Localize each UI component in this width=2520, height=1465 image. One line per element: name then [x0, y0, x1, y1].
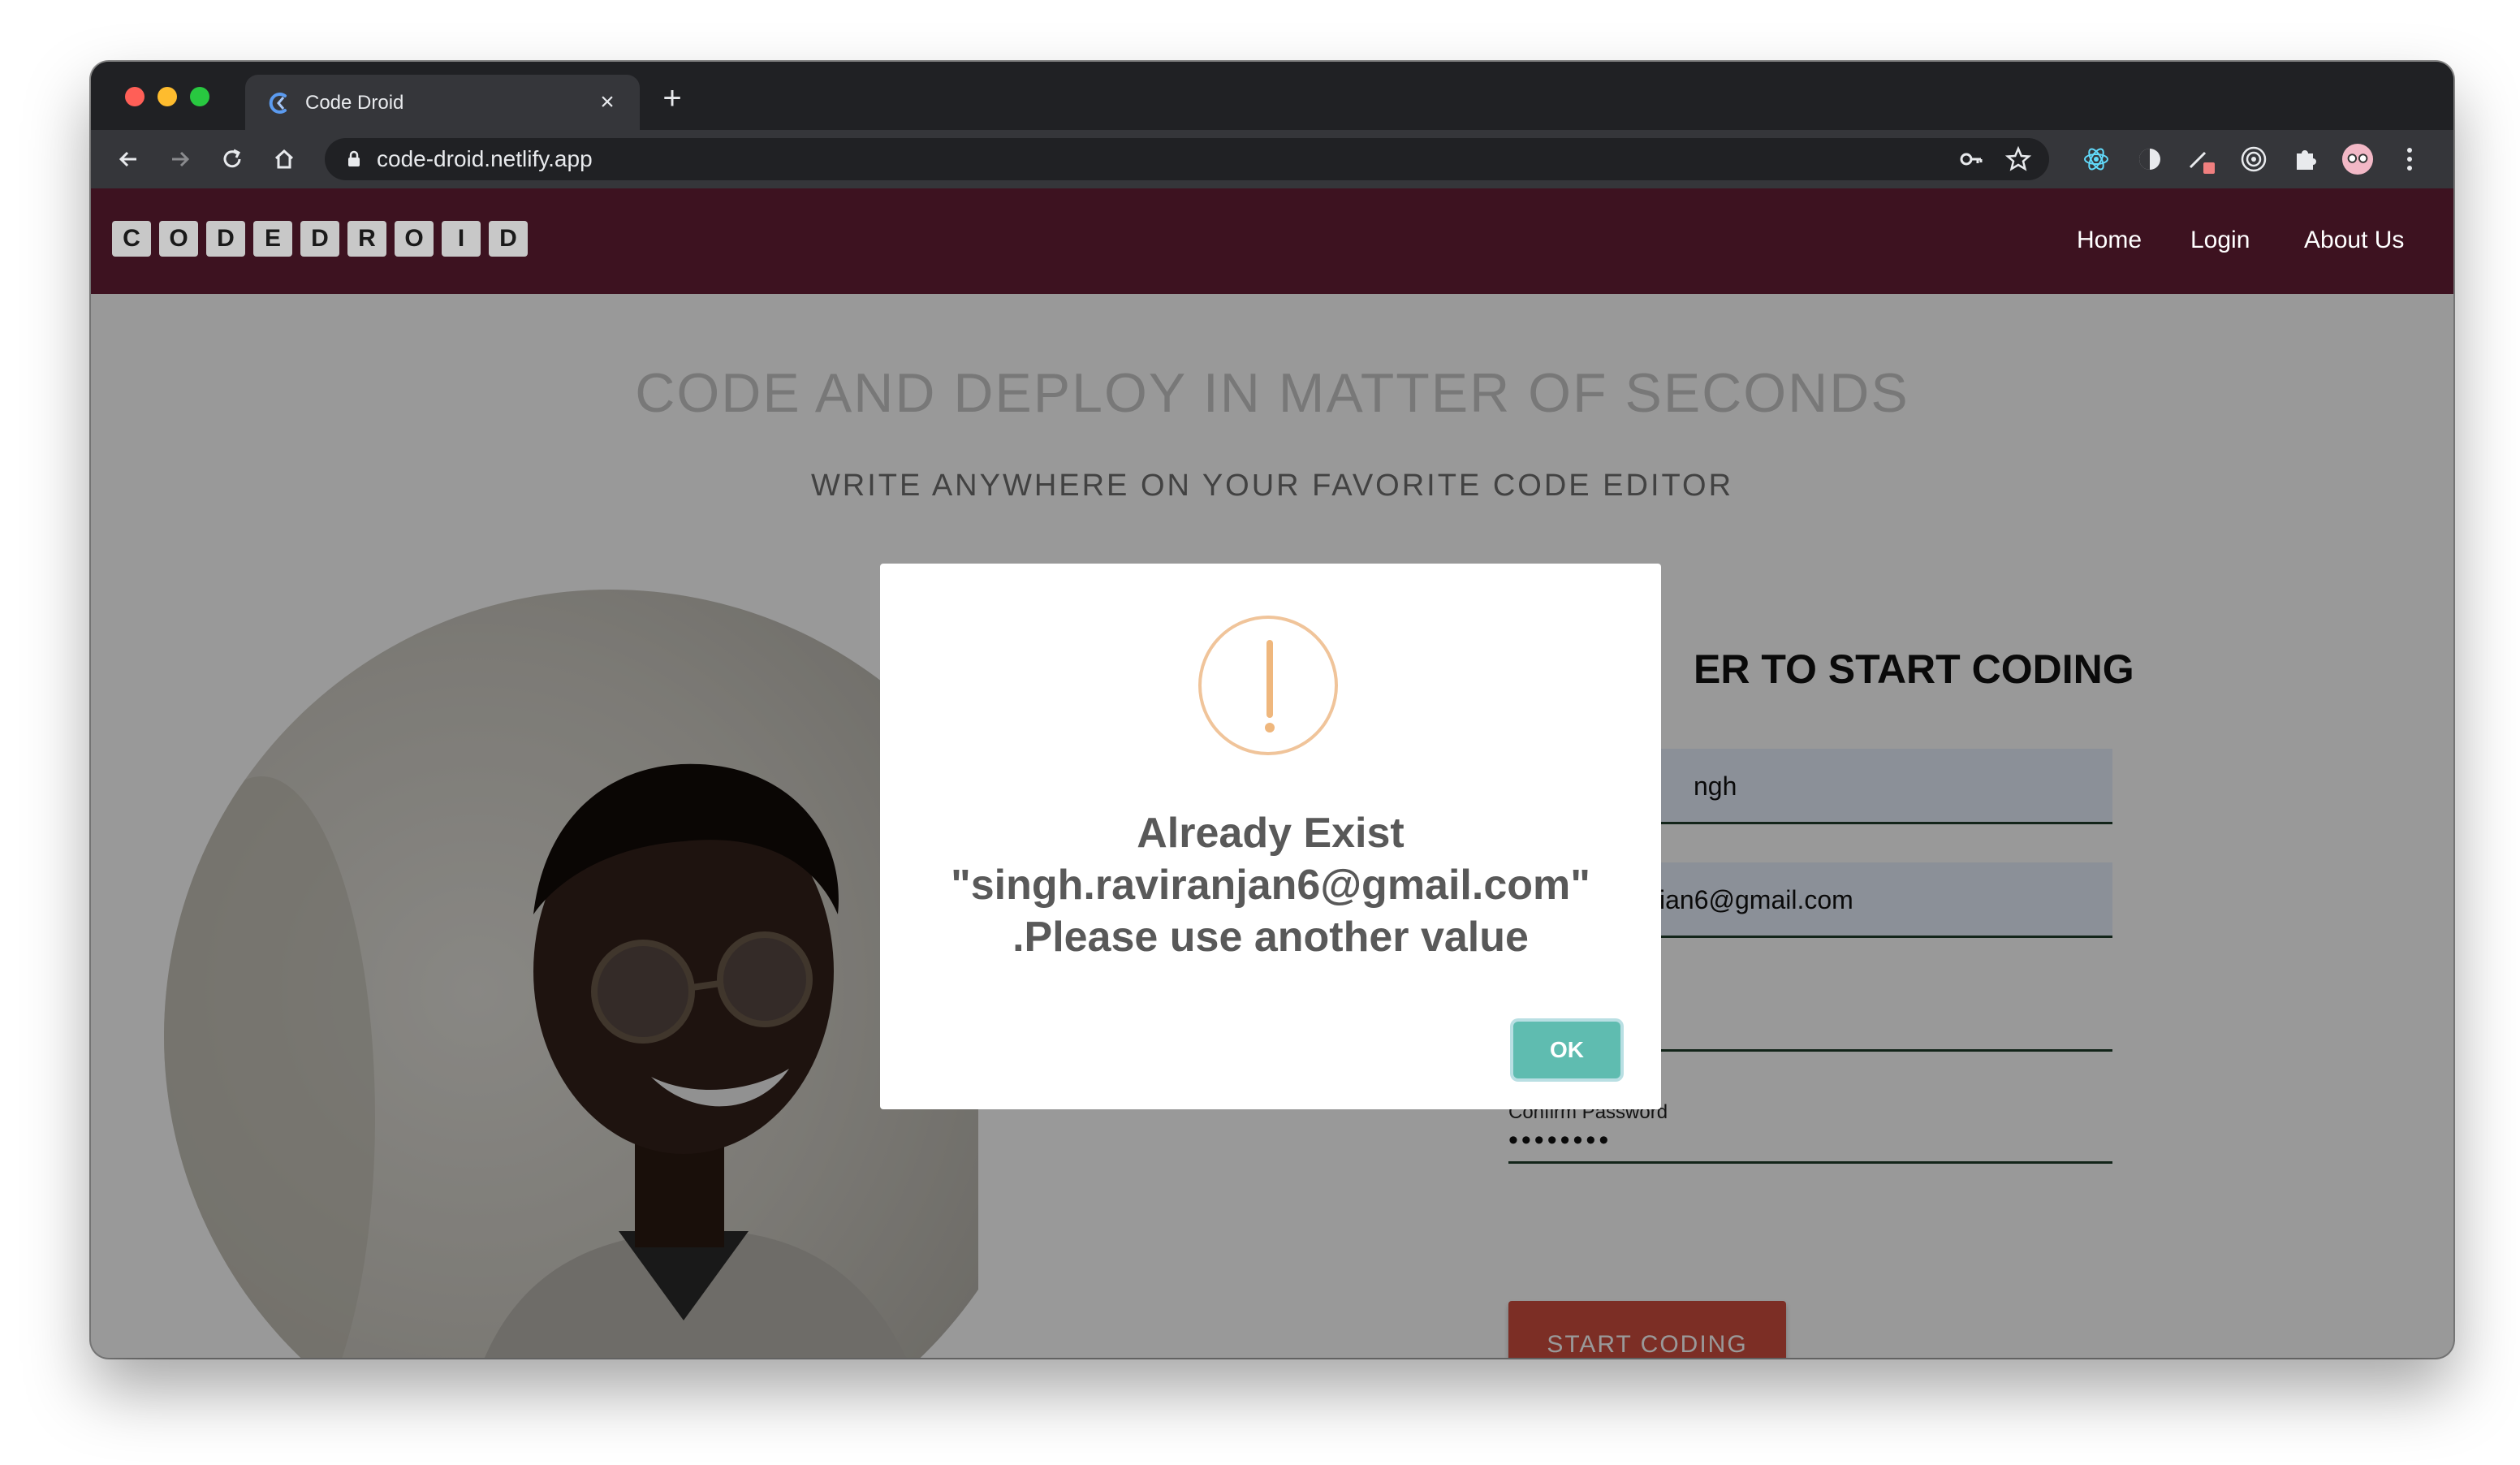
browser-window: Code Droid × + code-droid.netlify.app C …	[91, 62, 2453, 1358]
target-extension-icon[interactable]	[2237, 143, 2270, 175]
tab-title: Code Droid	[305, 92, 404, 114]
site-logo[interactable]: C O D E D R O I D	[112, 221, 528, 257]
back-button[interactable]	[109, 140, 148, 179]
back-arrow-icon	[119, 151, 136, 167]
profile-avatar[interactable]	[2341, 143, 2374, 175]
logo-letter: O	[159, 221, 198, 257]
logo-letter: D	[206, 221, 245, 257]
browser-toolbar: code-droid.netlify.app	[91, 130, 2453, 188]
nav-login-link[interactable]: Login	[2190, 226, 2250, 255]
reload-button[interactable]	[213, 140, 252, 179]
tab-bar: Code Droid × +	[91, 62, 2453, 130]
warning-icon-bar	[1266, 640, 1273, 718]
site-navbar: C O D E D R O I D Home Login About Us	[91, 188, 2453, 294]
react-devtools-extension-icon[interactable]	[2080, 143, 2112, 175]
lock-icon	[348, 150, 360, 166]
address-bar[interactable]: code-droid.netlify.app	[325, 138, 2049, 180]
url-text: code-droid.netlify.app	[377, 146, 593, 171]
forward-arrow-icon	[172, 151, 190, 167]
key-icon[interactable]	[1958, 146, 1984, 172]
nav-about-link[interactable]: About Us	[2304, 226, 2404, 255]
logo-letter: D	[300, 221, 339, 257]
browser-menu-icon[interactable]	[2393, 143, 2426, 175]
code-droid-favicon-icon	[269, 93, 287, 114]
ok-button[interactable]: OK	[1513, 1022, 1620, 1078]
new-tab-button[interactable]: +	[653, 80, 692, 119]
home-icon	[274, 149, 294, 169]
nav-home-link[interactable]: Home	[2077, 226, 2142, 255]
warning-icon-dot	[1265, 723, 1275, 732]
logo-letter: O	[395, 221, 434, 257]
minimize-window-button[interactable]	[158, 87, 177, 106]
tab-close-icon[interactable]: ×	[591, 86, 624, 119]
logo-letter: C	[112, 221, 151, 257]
alert-message-line: "singh.raviranjan6@gmail.com"	[951, 862, 1590, 909]
extensions-puzzle-icon[interactable]	[2289, 143, 2322, 175]
warning-icon	[1198, 616, 1338, 755]
web-page: C O D E D R O I D Home Login About Us CO…	[91, 188, 2453, 1358]
reload-icon	[223, 149, 241, 168]
logo-letter: D	[489, 221, 528, 257]
alert-message: Already Exist "singh.raviranjan6@gmail.c…	[913, 807, 1629, 963]
logo-letter: I	[442, 221, 481, 257]
browser-tab[interactable]: Code Droid ×	[245, 75, 640, 130]
logo-letter: E	[253, 221, 292, 257]
alert-message-line: .Please use another value	[1012, 914, 1529, 961]
maximize-window-button[interactable]	[190, 87, 209, 106]
alert-message-line: Already Exist	[1137, 810, 1405, 857]
logo-letter: R	[347, 221, 386, 257]
alert-dialog: Already Exist "singh.raviranjan6@gmail.c…	[880, 564, 1661, 1109]
forward-button[interactable]	[161, 140, 200, 179]
color-picker-extension-icon[interactable]	[2186, 143, 2218, 175]
bookmark-star-icon[interactable]	[2004, 145, 2033, 174]
close-window-button[interactable]	[125, 87, 145, 106]
dark-mode-extension-icon[interactable]	[2134, 143, 2166, 175]
home-button[interactable]	[265, 140, 304, 179]
